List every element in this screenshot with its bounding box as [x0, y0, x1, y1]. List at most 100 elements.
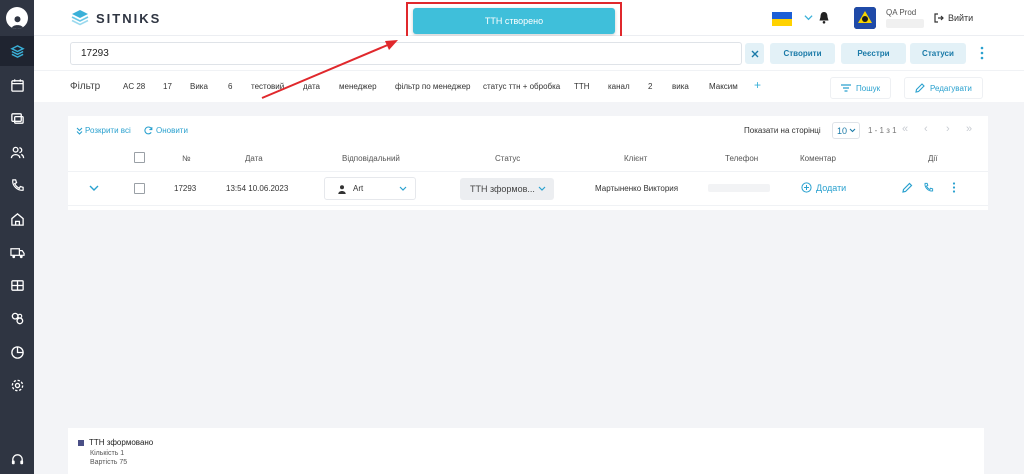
column-header-number[interactable]: №: [182, 154, 191, 163]
status-value: ТТН зформов...: [470, 184, 535, 194]
create-button[interactable]: Створити: [770, 43, 835, 64]
sidebar-item-support[interactable]: [0, 444, 34, 474]
user-icon: [338, 185, 346, 194]
user-name: QA Prod: [886, 8, 917, 17]
logout-button[interactable]: Вийти: [934, 13, 973, 23]
column-header-actions[interactable]: Дії: [928, 154, 937, 163]
column-header-responsible[interactable]: Відповідальний: [342, 154, 400, 163]
prev-page-icon[interactable]: ‹: [924, 123, 928, 135]
filter-chip[interactable]: статус ттн + обробка: [483, 82, 560, 91]
column-header-comment[interactable]: Коментар: [800, 154, 836, 163]
chevron-down-icon[interactable]: [89, 185, 99, 192]
chevron-down-icon[interactable]: [804, 13, 813, 22]
filter-chip[interactable]: 17: [163, 82, 172, 91]
order-number[interactable]: 17293: [174, 184, 196, 193]
logout-icon: [934, 13, 944, 23]
users-icon: [10, 146, 24, 158]
refresh-button[interactable]: Оновити: [144, 126, 188, 135]
per-page-label: Показати на сторінці: [744, 126, 821, 135]
filter-search-button[interactable]: Пошук: [830, 77, 892, 99]
summary-title-text: ТТН зформовано: [89, 438, 154, 447]
search-input[interactable]: 17293: [70, 42, 742, 65]
refresh-icon: [144, 126, 153, 135]
column-header-client[interactable]: Клієнт: [624, 154, 647, 163]
sidebar: [0, 0, 34, 474]
filter-chip[interactable]: ТТН: [574, 82, 590, 91]
status-select[interactable]: ТТН зформов...: [460, 178, 554, 200]
column-header-phone[interactable]: Телефон: [725, 154, 758, 163]
expand-all-button[interactable]: Розкрити всі: [76, 126, 131, 135]
filter-edit-button[interactable]: Редагувати: [904, 77, 983, 99]
statuses-button[interactable]: Статуси: [910, 43, 966, 64]
sidebar-item-calendar[interactable]: [0, 70, 34, 100]
bell-icon[interactable]: [818, 11, 830, 24]
user-avatar[interactable]: [854, 7, 876, 29]
sidebar-item-clients[interactable]: [0, 137, 34, 167]
more-vertical-icon[interactable]: [980, 46, 984, 60]
notification-toast[interactable]: ТТН створено: [413, 8, 615, 34]
filter-chip[interactable]: вика: [672, 82, 689, 91]
pencil-icon: [915, 83, 925, 93]
add-filter-button[interactable]: +: [754, 78, 761, 92]
last-page-icon[interactable]: »: [966, 123, 972, 135]
filter-chip[interactable]: Максим: [709, 82, 738, 91]
chevron-down-icon: [399, 186, 407, 191]
profile-avatar[interactable]: [0, 3, 34, 33]
language-flag-icon[interactable]: [772, 12, 792, 26]
responsible-value: Art: [353, 184, 364, 193]
filter-chip[interactable]: AC 28: [123, 82, 145, 91]
filter-chip[interactable]: 6: [228, 82, 232, 91]
filter-search-label: Пошук: [856, 83, 881, 93]
pie-chart-icon: [10, 345, 24, 359]
next-page-icon[interactable]: ›: [946, 123, 950, 135]
search-bar: 17293 Створити Реєстри Статуси: [34, 36, 1024, 70]
expand-all-label: Розкрити всі: [85, 126, 131, 135]
order-date: 13:54 10.06.2023: [226, 184, 289, 193]
filter-chip[interactable]: канал: [608, 82, 630, 91]
filter-chip[interactable]: Вика: [190, 82, 208, 91]
sidebar-item-delivery[interactable]: [0, 237, 34, 267]
sidebar-item-settings[interactable]: [0, 370, 34, 400]
sidebar-item-finance[interactable]: [0, 270, 34, 300]
app-logo-text: SITNIKS: [96, 10, 162, 26]
edit-icon[interactable]: [902, 182, 913, 193]
more-vertical-icon[interactable]: [952, 182, 956, 193]
headset-icon: [11, 453, 23, 464]
summary-title: ТТН зформовано: [78, 438, 153, 447]
sidebar-item-warehouse[interactable]: [0, 204, 34, 234]
phone-icon[interactable]: [923, 182, 934, 193]
sidebar-item-chat[interactable]: [0, 103, 34, 133]
filter-chip[interactable]: дата: [303, 82, 320, 91]
column-header-status[interactable]: Статус: [495, 154, 520, 163]
per-page-value: 10: [837, 125, 848, 136]
logout-label: Вийти: [948, 13, 974, 23]
first-page-icon[interactable]: «: [902, 123, 908, 135]
filter-chip[interactable]: 2: [648, 82, 652, 91]
sidebar-item-calls[interactable]: [0, 170, 34, 200]
summary-value: Вартість 75: [90, 459, 128, 466]
column-header-date[interactable]: Дата: [245, 154, 263, 163]
close-icon: [751, 50, 758, 57]
gear-icon: [11, 379, 23, 391]
chat-icon: [10, 112, 24, 124]
filter-lines-icon: [841, 84, 851, 92]
responsible-select[interactable]: Art: [324, 177, 416, 200]
app-logo[interactable]: SITNIKS: [70, 8, 161, 28]
status-summary: ТТН зформовано Кількість 1 Вартість 75: [68, 428, 984, 474]
sidebar-item-integrations[interactable]: [0, 303, 34, 333]
home-icon: [10, 212, 24, 226]
clear-search-button[interactable]: [745, 43, 764, 64]
phone-icon: [11, 178, 24, 191]
row-checkbox[interactable]: [134, 183, 145, 194]
truck-icon: [9, 247, 25, 258]
filter-chip[interactable]: фільтр по менеджер: [395, 82, 470, 91]
per-page-select[interactable]: 10: [832, 122, 860, 139]
sidebar-item-analytics[interactable]: [0, 337, 34, 367]
registers-button[interactable]: Реєстри: [841, 43, 906, 64]
select-all-checkbox[interactable]: [134, 152, 145, 163]
filter-chip[interactable]: тестовий: [251, 82, 284, 91]
sidebar-item-orders[interactable]: [0, 36, 34, 66]
add-comment-button[interactable]: Додати: [801, 182, 846, 193]
client-name[interactable]: Мартыненко Виктория: [595, 184, 678, 193]
filter-chip[interactable]: менеджер: [339, 82, 377, 91]
